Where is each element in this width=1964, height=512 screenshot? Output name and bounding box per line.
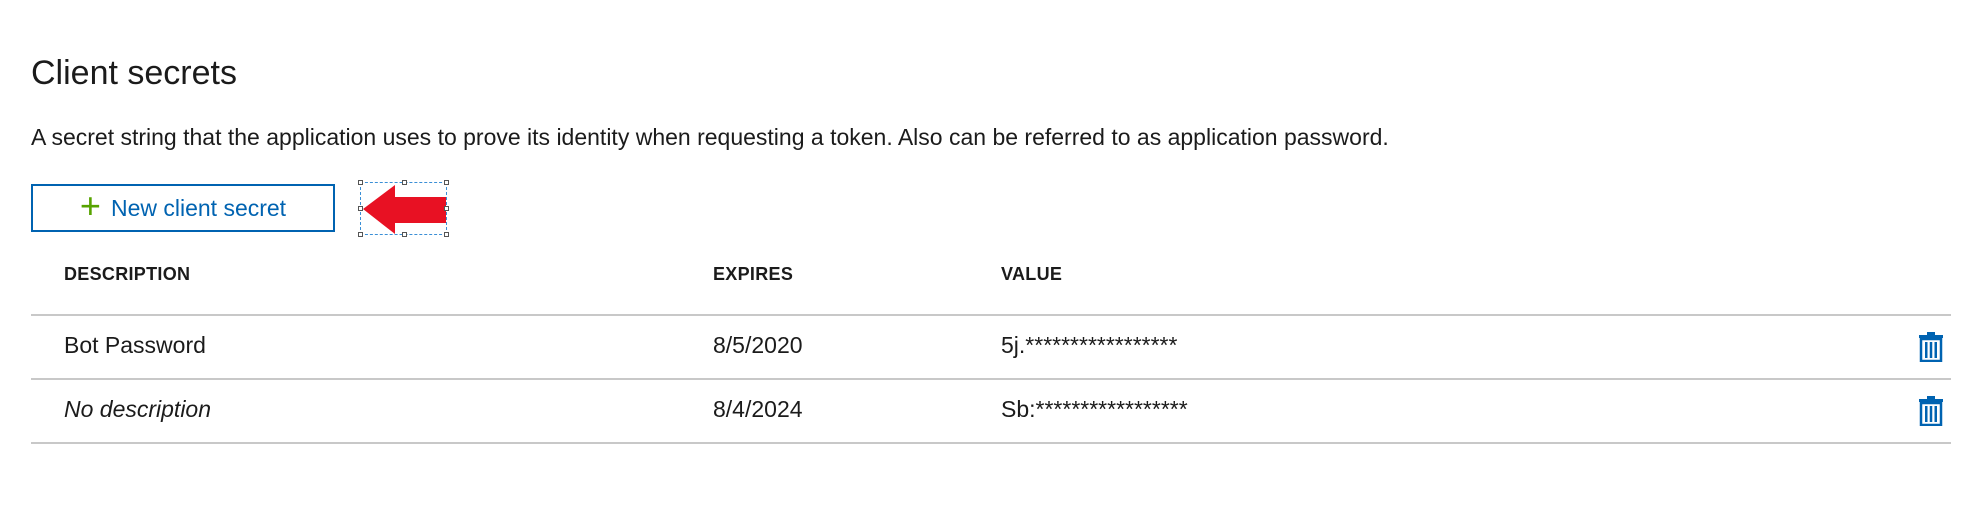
secret-expires: 8/5/2020 [713,332,803,358]
column-header-expires: EXPIRES [713,264,794,284]
new-client-secret-label: New client secret [110,194,287,221]
column-header-description: DESCRIPTION [64,264,191,284]
trash-icon[interactable] [1917,332,1945,363]
table-header: DESCRIPTION EXPIRES VALUE [31,250,1951,316]
red-arrow-left-icon [363,185,446,234]
new-client-secret-button[interactable]: + New client secret [31,184,335,232]
secret-value: Sb:***************** [1001,396,1188,422]
secret-description: No description [64,396,212,422]
secret-description: Bot Password [64,332,206,358]
table-row: No description 8/4/2024 Sb:*************… [31,380,1951,444]
page-title: Client secrets [31,54,237,92]
plus-icon: + [79,185,101,226]
arrow-annotation [358,180,449,237]
secret-expires: 8/4/2024 [713,396,803,422]
column-header-value: VALUE [1001,264,1063,284]
client-secrets-table: DESCRIPTION EXPIRES VALUE Bot Password 8… [31,250,1951,444]
section-description: A secret string that the application use… [31,124,1389,150]
secret-value: 5j.***************** [1001,332,1178,358]
trash-icon[interactable] [1917,396,1945,427]
table-row: Bot Password 8/5/2020 5j.***************… [31,316,1951,380]
